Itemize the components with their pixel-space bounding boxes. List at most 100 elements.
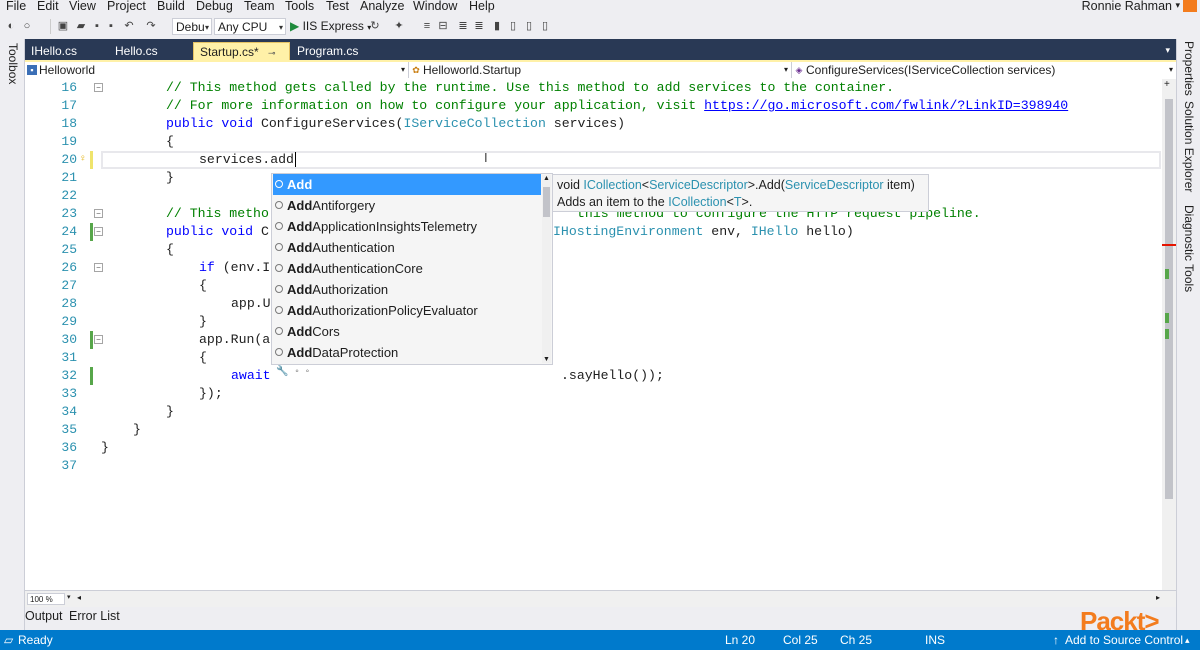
properties-tab[interactable]: Properties (1182, 41, 1196, 96)
comment-icon[interactable]: ≣ (456, 19, 470, 33)
zoom-select[interactable]: 100 % (27, 593, 65, 605)
completion-item[interactable]: AddAuthorization (273, 279, 541, 300)
solution-config-select[interactable]: Debu ▾ (172, 18, 212, 35)
user-name[interactable]: Ronnie Rahman (1082, 0, 1172, 13)
wrench-icon[interactable]: 🔧 (276, 366, 288, 377)
add-to-source-control-button[interactable]: Add to Source Control (1065, 630, 1183, 650)
tooltip-description: Adds an item to the ICollection<T>. (557, 195, 753, 209)
menu-analyze[interactable]: Analyze (360, 0, 404, 13)
filter-icon[interactable]: ◦ (295, 366, 299, 377)
scroll-up-icon[interactable]: ▲ (543, 175, 550, 182)
tab-hello[interactable]: Hello.cs (109, 42, 164, 61)
status-bar: ▱ Ready Ln 20 Col 25 Ch 25 INS ↑ Add to … (0, 630, 1200, 650)
menu-tools[interactable]: Tools (285, 0, 314, 13)
typed-text: services.add (199, 152, 294, 167)
chevron-down-icon: ▾ (400, 65, 405, 74)
scroll-right-icon[interactable]: ▸ (1156, 593, 1160, 602)
collapse-toggle[interactable]: − (94, 209, 103, 218)
avatar[interactable] (1183, 0, 1197, 12)
code-text: (env.I (214, 260, 271, 275)
collapse-toggle[interactable]: − (94, 263, 103, 272)
scroll-left-icon[interactable]: ◂ (77, 593, 81, 602)
menu-file[interactable]: File (6, 0, 26, 13)
code-line: IHostingEnvironment env, IHello hello) (553, 223, 854, 241)
menu-help[interactable]: Help (469, 0, 495, 13)
line-number: 31 (61, 350, 77, 365)
undo-icon[interactable]: ↶ (122, 19, 136, 33)
status-insert-mode: INS (925, 633, 946, 647)
class-select[interactable]: ✿ Helloworld.Startup ▾ (409, 62, 792, 78)
menu-edit[interactable]: Edit (37, 0, 59, 13)
completion-item[interactable]: AddApplicationInsightsTelemetry (273, 216, 541, 237)
completion-item[interactable]: AddAuthentication (273, 237, 541, 258)
platform-select[interactable]: Any CPU ▾ (214, 18, 286, 35)
tooltip-signature: void ICollection<ServiceDescriptor>.Add(… (557, 178, 915, 192)
menu-build[interactable]: Build (157, 0, 185, 13)
uncomment-icon[interactable]: ≣ (472, 19, 486, 33)
pin-icon[interactable]: ⊸ (268, 48, 276, 58)
menu-window[interactable]: Window (413, 0, 457, 13)
param-text: hello) (798, 224, 854, 239)
browser-link-icon[interactable]: ✦ (392, 19, 406, 33)
run-button[interactable]: ▶ IIS Express ▾ (290, 18, 371, 36)
diagnostic-tools-tab[interactable]: Diagnostic Tools (1182, 205, 1196, 292)
fwlink-link[interactable]: https://go.microsoft.com/fwlink/?LinkID=… (704, 98, 1068, 113)
tab-program[interactable]: Program.cs (291, 42, 364, 61)
save-all-icon[interactable]: ▪ (104, 19, 118, 33)
prev-bookmark-icon[interactable]: ▯ (506, 19, 520, 33)
completion-item[interactable]: AddDataProtection (273, 342, 541, 363)
chevron-up-icon[interactable]: ▴ (1185, 630, 1190, 650)
collapse-toggle[interactable]: − (94, 335, 103, 344)
collapse-toggle[interactable]: − (94, 83, 103, 92)
toolbar-icon-b[interactable]: ⊟ (436, 19, 450, 33)
extension-method-icon (275, 222, 283, 230)
code-line: // This metho (166, 205, 269, 223)
solution-explorer-tab[interactable]: Solution Explorer (1182, 101, 1196, 192)
tab-error-list[interactable]: Error List (69, 609, 120, 623)
intellisense-scrollbar[interactable]: ▲ ▼ (542, 175, 551, 363)
new-project-icon[interactable]: ▣ (56, 19, 70, 33)
completion-item[interactable]: AddAuthenticationCore (273, 258, 541, 279)
user-chevron-down-icon[interactable]: ▾ (1175, 0, 1180, 11)
refresh-icon[interactable]: ↻ (368, 19, 382, 33)
chevron-down-icon[interactable]: ▾ (67, 593, 71, 601)
tab-startup[interactable]: Startup.cs* ⊸ × (193, 42, 290, 79)
toolbox-tab[interactable]: Toolbox (6, 43, 20, 84)
editor-vertical-scrollbar[interactable]: + (1162, 79, 1176, 590)
up-arrow-icon[interactable]: ↑ (1053, 630, 1059, 650)
member-select[interactable]: ◈ ConfigureServices(IServiceCollection s… (792, 62, 1176, 78)
completion-item[interactable]: AddAntiforgery (273, 195, 541, 216)
bookmark-icon[interactable]: ▮ (490, 19, 504, 33)
open-file-icon[interactable]: ▰ (74, 19, 88, 33)
forward-icon[interactable]: ○ (20, 19, 34, 33)
tab-ihello[interactable]: IHello.cs (25, 42, 83, 61)
lightbulb-icon[interactable]: ♀ (79, 153, 87, 164)
menu-test[interactable]: Test (326, 0, 349, 13)
next-bookmark-icon[interactable]: ▯ (522, 19, 536, 33)
tab-output[interactable]: Output (25, 609, 63, 623)
scroll-down-icon[interactable]: ▼ (543, 356, 550, 363)
code-line: } (133, 422, 141, 437)
completion-item[interactable]: AddCors (273, 321, 541, 342)
type-name: IHello (750, 224, 799, 239)
clear-bookmark-icon[interactable]: ▯ (538, 19, 552, 33)
collapse-toggle[interactable]: − (94, 227, 103, 236)
code-editor[interactable]: 16 17 18 19 20 21 22 23 24 25 26 27 28 2… (25, 79, 1162, 590)
filter-icon[interactable]: ◦ (306, 366, 310, 377)
completion-item[interactable]: AddAuthorizationPolicyEvaluator (273, 300, 541, 321)
scroll-thumb[interactable] (543, 187, 550, 217)
tab-list-chevron-down-icon[interactable]: ▾ (1165, 45, 1170, 56)
menu-project[interactable]: Project (107, 0, 146, 13)
redo-icon[interactable]: ↷ (144, 19, 158, 33)
split-icon[interactable]: + (1164, 79, 1170, 90)
project-select[interactable]: ▪ Helloworld ▾ (25, 62, 409, 78)
toolbar-icon-a[interactable]: ≡ (420, 19, 434, 33)
menu-team[interactable]: Team (244, 0, 275, 13)
completion-item[interactable]: Add (273, 174, 541, 195)
save-icon[interactable]: ▪ (90, 19, 104, 33)
intellisense-list[interactable]: Add AddAntiforgery AddApplicationInsight… (271, 173, 553, 365)
menu-view[interactable]: View (69, 0, 96, 13)
scroll-thumb[interactable] (1165, 99, 1173, 499)
back-icon[interactable]: ◐ (4, 19, 18, 33)
menu-debug[interactable]: Debug (196, 0, 233, 13)
